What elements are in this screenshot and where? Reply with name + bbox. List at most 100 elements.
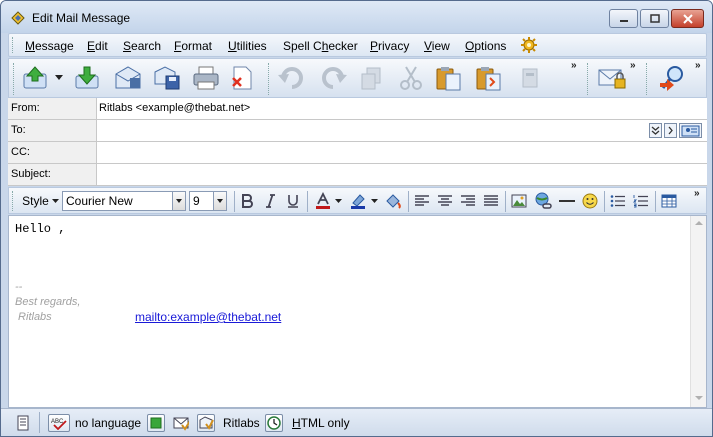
format-grip[interactable]	[12, 191, 15, 211]
copy-icon[interactable]	[358, 64, 388, 92]
undo-icon[interactable]	[277, 64, 307, 92]
put-to-outbox-icon[interactable]	[73, 64, 103, 92]
subject-field[interactable]	[97, 164, 707, 185]
bold-icon	[242, 194, 253, 208]
style-dropdown[interactable]: Style	[21, 191, 61, 211]
font-value: Courier New	[66, 194, 133, 208]
spell-check-toggle[interactable]: ABC	[48, 413, 70, 433]
size-dropdown-button[interactable]	[213, 192, 226, 210]
picture-icon	[511, 194, 527, 208]
toolbar-overflow-chevron[interactable]: »	[571, 60, 577, 71]
from-label: From:	[8, 98, 97, 119]
highlight-button[interactable]	[348, 191, 368, 211]
menu-format[interactable]: Format	[174, 39, 212, 53]
secure-mail-icon[interactable]	[597, 64, 627, 92]
address-book-search-icon[interactable]	[658, 64, 688, 92]
scroll-up-icon[interactable]	[695, 221, 703, 226]
menu-grip[interactable]	[12, 37, 15, 53]
menu-view[interactable]: View	[424, 39, 450, 53]
discard-icon[interactable]	[227, 64, 257, 92]
to-field[interactable]	[97, 120, 707, 141]
italic-button[interactable]	[262, 191, 278, 211]
scroll-down-icon[interactable]	[695, 396, 703, 401]
font-color-icon	[316, 192, 330, 209]
style-label: Style	[22, 194, 49, 208]
chevron-down-icon	[176, 199, 182, 203]
from-field[interactable]: Ritlabs <example@thebat.net>	[97, 98, 707, 119]
format-mode-label[interactable]: H TML only	[292, 413, 350, 433]
to-next-button[interactable]	[664, 123, 677, 138]
send-queue-icon[interactable]	[21, 64, 51, 92]
secure-overflow-chevron[interactable]: »	[630, 60, 636, 71]
align-center-button[interactable]	[436, 191, 454, 211]
maximize-button[interactable]	[640, 9, 669, 28]
editor-vertical-scrollbar[interactable]	[690, 216, 706, 407]
request-receipt-toggle[interactable]	[172, 413, 190, 433]
size-combo[interactable]: 9	[189, 191, 227, 211]
font-color-dropdown-icon[interactable]	[335, 199, 342, 204]
save-draft-icon[interactable]	[113, 64, 143, 92]
format-mode-button[interactable]	[265, 413, 283, 433]
justify-button[interactable]	[482, 191, 500, 211]
account-name[interactable]: Ritlabs	[223, 413, 260, 433]
account-selector-button[interactable]	[197, 413, 215, 433]
menu-spell-checker[interactable]: Spell Checker	[283, 39, 358, 53]
background-fill-button[interactable]	[383, 191, 403, 211]
save-to-file-icon[interactable]	[152, 64, 182, 92]
format-overflow-chevron[interactable]: »	[694, 188, 700, 199]
toolbar-grip-3[interactable]	[587, 63, 590, 95]
paste-quoted-icon[interactable]	[474, 64, 504, 92]
font-color-button[interactable]	[313, 191, 333, 211]
cut-icon[interactable]	[396, 64, 426, 92]
insert-smiley-button[interactable]	[581, 191, 599, 211]
align-right-button[interactable]	[459, 191, 477, 211]
menu-utilities[interactable]: Utilities	[228, 39, 267, 53]
toolbar-grip-4[interactable]	[646, 63, 649, 95]
to-expand-button[interactable]	[649, 123, 662, 138]
plugin-gear-icon[interactable]	[521, 37, 537, 53]
title-bar[interactable]: Edit Mail Message	[1, 1, 712, 33]
mailto-link[interactable]: mailto:example@thebat.net	[135, 310, 281, 324]
font-dropdown-button[interactable]	[172, 192, 185, 210]
horizontal-line-icon	[559, 200, 575, 202]
align-left-button[interactable]	[413, 191, 431, 211]
menu-search[interactable]: Search	[123, 39, 161, 53]
menu-edit[interactable]: Edit	[87, 39, 108, 53]
close-button[interactable]	[671, 9, 704, 28]
align-right-icon	[461, 195, 475, 206]
size-value: 9	[193, 194, 200, 208]
numbered-list-icon	[633, 195, 648, 208]
signature-separator: --	[15, 281, 23, 293]
highlight-dropdown-icon[interactable]	[371, 199, 378, 204]
underline-button[interactable]	[285, 191, 301, 211]
numbered-list-button[interactable]	[632, 191, 650, 211]
clear-icon[interactable]	[515, 64, 545, 92]
redo-icon[interactable]	[318, 64, 348, 92]
cc-field[interactable]	[97, 142, 707, 163]
bullet-list-button[interactable]	[609, 191, 627, 211]
address-book-button[interactable]	[679, 123, 702, 138]
message-body-editor[interactable]: Hello , -- Best regards, Ritlabs mailto:…	[8, 215, 707, 408]
menu-message[interactable]: Message	[25, 39, 74, 53]
toolbar-grip[interactable]	[13, 63, 16, 95]
template-button[interactable]	[147, 413, 165, 433]
search-overflow-chevron[interactable]: »	[695, 60, 701, 71]
paste-icon[interactable]	[434, 64, 464, 92]
insert-picture-button[interactable]	[510, 191, 528, 211]
send-dropdown-icon[interactable]	[55, 75, 63, 81]
menu-options[interactable]: Options	[465, 39, 506, 53]
font-combo[interactable]: Courier New	[62, 191, 186, 211]
bold-button[interactable]	[239, 191, 255, 211]
toolbar-grip-2[interactable]	[268, 63, 271, 95]
format-separator	[234, 191, 235, 212]
minimize-button[interactable]	[609, 9, 638, 28]
insert-link-button[interactable]	[533, 191, 553, 211]
print-icon[interactable]	[191, 64, 221, 92]
paint-bucket-icon	[386, 194, 401, 209]
horizontal-rule-button[interactable]	[557, 191, 577, 211]
insert-table-button[interactable]	[660, 191, 678, 211]
language-indicator[interactable]: no language	[75, 413, 141, 433]
chevron-down-icon	[51, 199, 59, 203]
notes-button[interactable]	[15, 413, 31, 433]
menu-privacy[interactable]: Privacy	[370, 39, 409, 53]
